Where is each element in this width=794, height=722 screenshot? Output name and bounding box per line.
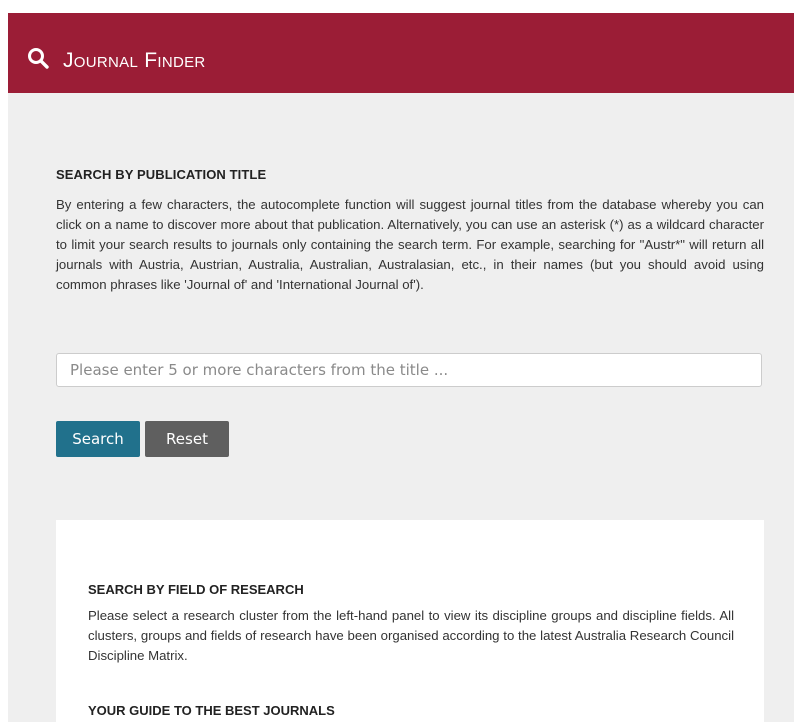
page-title: Journal Finder: [63, 49, 206, 72]
publication-search-heading: SEARCH BY PUBLICATION TITLE: [56, 167, 267, 182]
field-search-description: Please select a research cluster from th…: [88, 608, 734, 663]
journal-title-search-input[interactable]: [56, 353, 762, 387]
search-icon: [28, 48, 49, 69]
journal-finder-page: Journal Finder SEARCH BY PUBLICATION TIT…: [8, 13, 794, 722]
header-bar: Journal Finder: [8, 13, 794, 93]
best-journals-guide-heading: YOUR GUIDE TO THE BEST JOURNALS: [88, 703, 335, 718]
reset-button[interactable]: Reset: [145, 421, 229, 457]
field-search-heading: SEARCH BY FIELD OF RESEARCH: [88, 582, 304, 597]
publication-search-description: By entering a few characters, the autoco…: [56, 197, 764, 292]
field-of-research-card: SEARCH BY FIELD OF RESEARCH Please selec…: [56, 520, 764, 722]
search-button[interactable]: Search: [56, 421, 140, 457]
